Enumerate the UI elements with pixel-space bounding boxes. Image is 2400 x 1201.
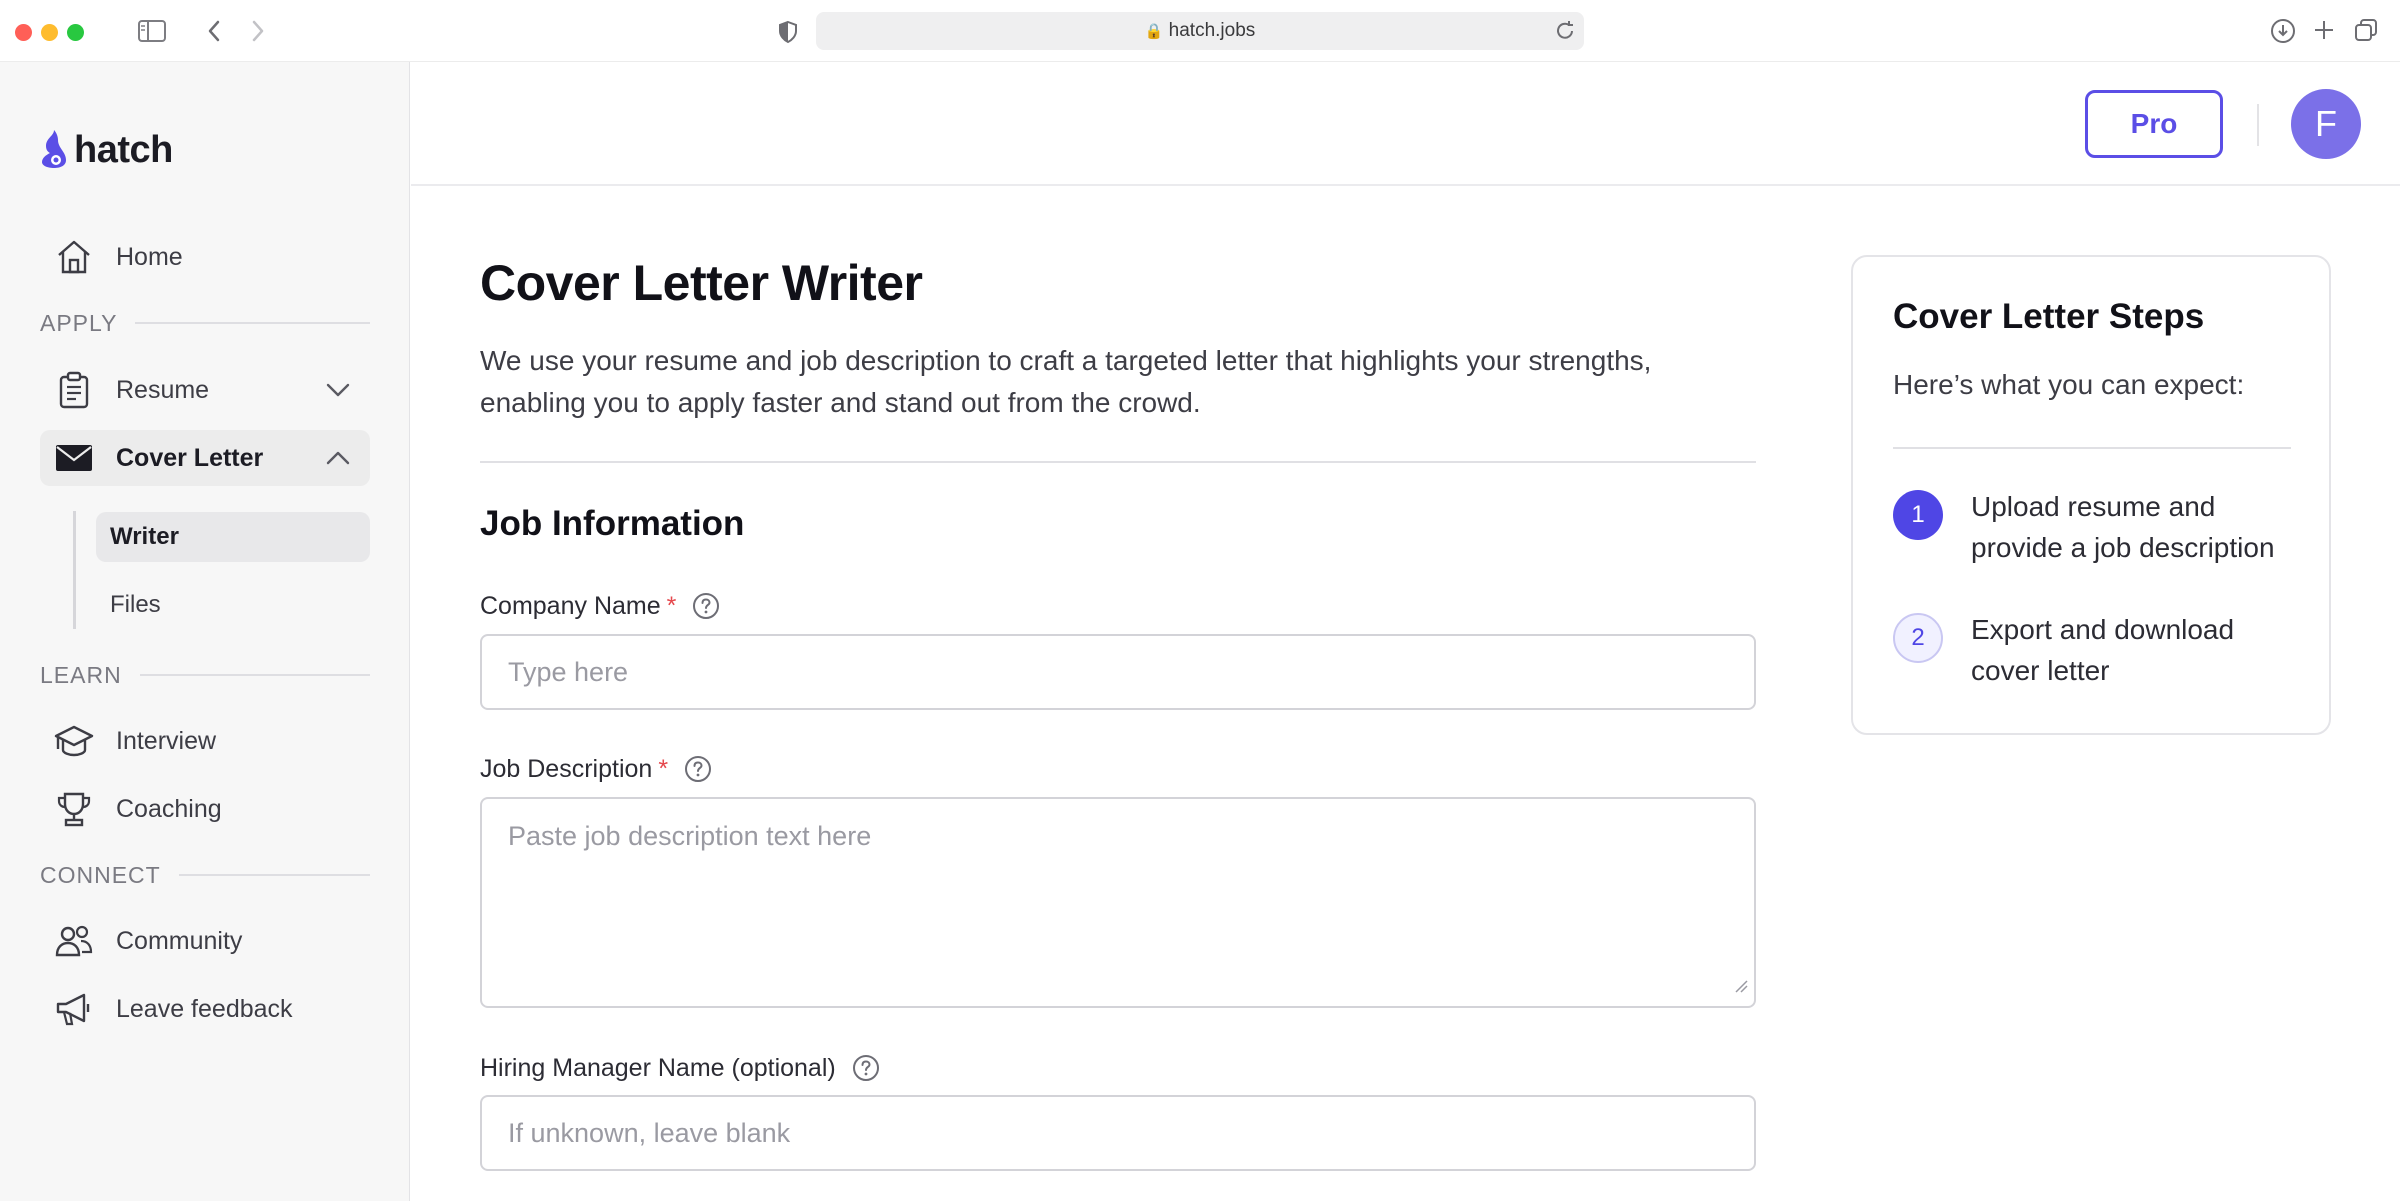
required-marker: * bbox=[658, 754, 669, 783]
step-number-badge: 2 bbox=[1893, 613, 1943, 663]
field-label-text: Company Name bbox=[480, 591, 661, 620]
job-description-label: Job Description * bbox=[480, 749, 712, 789]
section-label: LEARN bbox=[40, 661, 122, 688]
hatch-logo[interactable]: hatch bbox=[40, 128, 173, 172]
subitem-label: Writer bbox=[110, 523, 179, 550]
section-title: Job Information bbox=[480, 504, 745, 543]
step-text-line: Upload resume and bbox=[1971, 491, 2216, 522]
subitem-label: Files bbox=[110, 591, 161, 618]
job-description-textarea[interactable]: Paste job description text here bbox=[480, 797, 1756, 1008]
section-connect: CONNECT bbox=[40, 860, 370, 890]
sidebar-item-label: Home bbox=[116, 242, 183, 271]
textarea-placeholder: Paste job description text here bbox=[508, 821, 872, 851]
sidebar-item-label: Leave feedback bbox=[116, 994, 293, 1023]
section-divider bbox=[139, 674, 370, 676]
step-text-line: cover letter bbox=[1971, 655, 2110, 686]
step-text: Upload resume and provide a job descript… bbox=[1971, 486, 2275, 568]
required-marker: * bbox=[666, 591, 677, 620]
page-description: We use your resume and job description t… bbox=[480, 340, 1780, 424]
page-title: Cover Letter Writer bbox=[480, 255, 923, 311]
sidebar-item-community[interactable]: Community bbox=[40, 913, 370, 969]
home-icon bbox=[54, 237, 94, 277]
window-maximize-button[interactable] bbox=[67, 24, 84, 41]
cover-letter-steps-card: Cover Letter Steps Here’s what you can e… bbox=[1851, 255, 2331, 735]
sidebar-item-label: Coaching bbox=[116, 794, 222, 823]
sidebar-item-leave-feedback[interactable]: Leave feedback bbox=[40, 981, 370, 1037]
envelope-icon bbox=[54, 438, 94, 478]
sidebar-item-cover-letter[interactable]: Cover Letter bbox=[40, 430, 370, 486]
sidebar-subitem-writer[interactable]: Writer bbox=[96, 512, 370, 562]
users-icon bbox=[54, 921, 94, 961]
description-line: enabling you to apply faster and stand o… bbox=[480, 387, 1201, 418]
graduation-cap-icon bbox=[54, 721, 94, 761]
step-number-badge: 1 bbox=[1893, 490, 1943, 540]
avatar[interactable]: F bbox=[2291, 89, 2361, 159]
step-item: 2 Export and download cover letter bbox=[1893, 613, 2313, 691]
megaphone-icon bbox=[54, 989, 94, 1029]
card-subtitle: Here’s what you can expect: bbox=[1893, 369, 2245, 400]
submenu-guide-line bbox=[73, 511, 76, 629]
chevron-up-icon[interactable] bbox=[324, 444, 352, 477]
privacy-shield-icon[interactable] bbox=[778, 20, 798, 49]
hiring-manager-input[interactable]: If unknown, leave blank bbox=[480, 1095, 1756, 1171]
hatch-flame-icon bbox=[40, 128, 68, 173]
logo-text: hatch bbox=[74, 128, 173, 171]
clipboard-icon bbox=[54, 370, 94, 410]
step-text-line: provide a job description bbox=[1971, 532, 2275, 563]
forward-icon[interactable] bbox=[250, 19, 266, 48]
field-label-text: Job Description bbox=[480, 754, 653, 783]
url-text: hatch.jobs bbox=[1168, 20, 1256, 41]
sidebar-item-label: Interview bbox=[116, 726, 217, 755]
sidebar-item-coaching[interactable]: Coaching bbox=[40, 781, 370, 837]
section-divider bbox=[178, 874, 370, 876]
sidebar-item-home[interactable]: Home bbox=[40, 229, 370, 285]
hiring-manager-label: Hiring Manager Name (optional) bbox=[480, 1048, 880, 1088]
field-label-text: Hiring Manager Name (optional) bbox=[480, 1053, 836, 1082]
lock-icon: 🔒 bbox=[1144, 23, 1164, 40]
sidebar-item-label: Resume bbox=[116, 375, 210, 404]
card-title: Cover Letter Steps bbox=[1893, 297, 2205, 336]
browser-toolbar: 🔒 hatch.jobs bbox=[0, 0, 2400, 62]
trophy-icon bbox=[54, 789, 94, 829]
window-close-button[interactable] bbox=[15, 24, 32, 41]
reload-icon[interactable] bbox=[1554, 20, 1576, 47]
section-label: CONNECT bbox=[40, 861, 161, 888]
section-apply: APPLY bbox=[40, 308, 370, 338]
sidebar-subitem-files[interactable]: Files bbox=[96, 580, 370, 630]
sidebar-item-interview[interactable]: Interview bbox=[40, 713, 370, 769]
card-divider bbox=[1893, 447, 2291, 449]
help-icon[interactable] bbox=[852, 1054, 880, 1082]
company-name-input[interactable]: Type here bbox=[480, 634, 1756, 710]
address-bar[interactable]: 🔒 hatch.jobs bbox=[816, 12, 1584, 50]
sidebar-toggle-icon[interactable] bbox=[138, 20, 166, 47]
pro-button[interactable]: Pro bbox=[2085, 90, 2223, 158]
sidebar-item-resume[interactable]: Resume bbox=[40, 362, 370, 418]
back-icon[interactable] bbox=[206, 19, 222, 48]
section-divider bbox=[135, 322, 370, 324]
content-divider bbox=[480, 461, 1756, 463]
new-tab-icon[interactable] bbox=[2312, 18, 2336, 47]
description-line: We use your resume and job description t… bbox=[480, 345, 1652, 376]
resize-handle-icon[interactable] bbox=[1734, 969, 1748, 1000]
company-name-label: Company Name * bbox=[480, 586, 720, 626]
help-icon[interactable] bbox=[684, 755, 712, 783]
step-text: Export and download cover letter bbox=[1971, 609, 2234, 691]
help-icon[interactable] bbox=[692, 592, 720, 620]
chevron-down-icon[interactable] bbox=[324, 376, 352, 409]
section-label: APPLY bbox=[40, 309, 118, 336]
step-text-line: Export and download bbox=[1971, 614, 2235, 645]
header-divider bbox=[2257, 104, 2259, 146]
window-minimize-button[interactable] bbox=[41, 24, 58, 41]
input-placeholder: If unknown, leave blank bbox=[508, 1117, 791, 1148]
input-placeholder: Type here bbox=[508, 656, 629, 687]
tab-overview-icon[interactable] bbox=[2354, 18, 2378, 47]
step-item: 1 Upload resume and provide a job descri… bbox=[1893, 490, 2313, 568]
sidebar-item-label: Community bbox=[116, 926, 243, 955]
section-learn: LEARN bbox=[40, 660, 370, 690]
download-icon[interactable] bbox=[2270, 18, 2296, 49]
sidebar-item-label: Cover Letter bbox=[116, 443, 264, 472]
